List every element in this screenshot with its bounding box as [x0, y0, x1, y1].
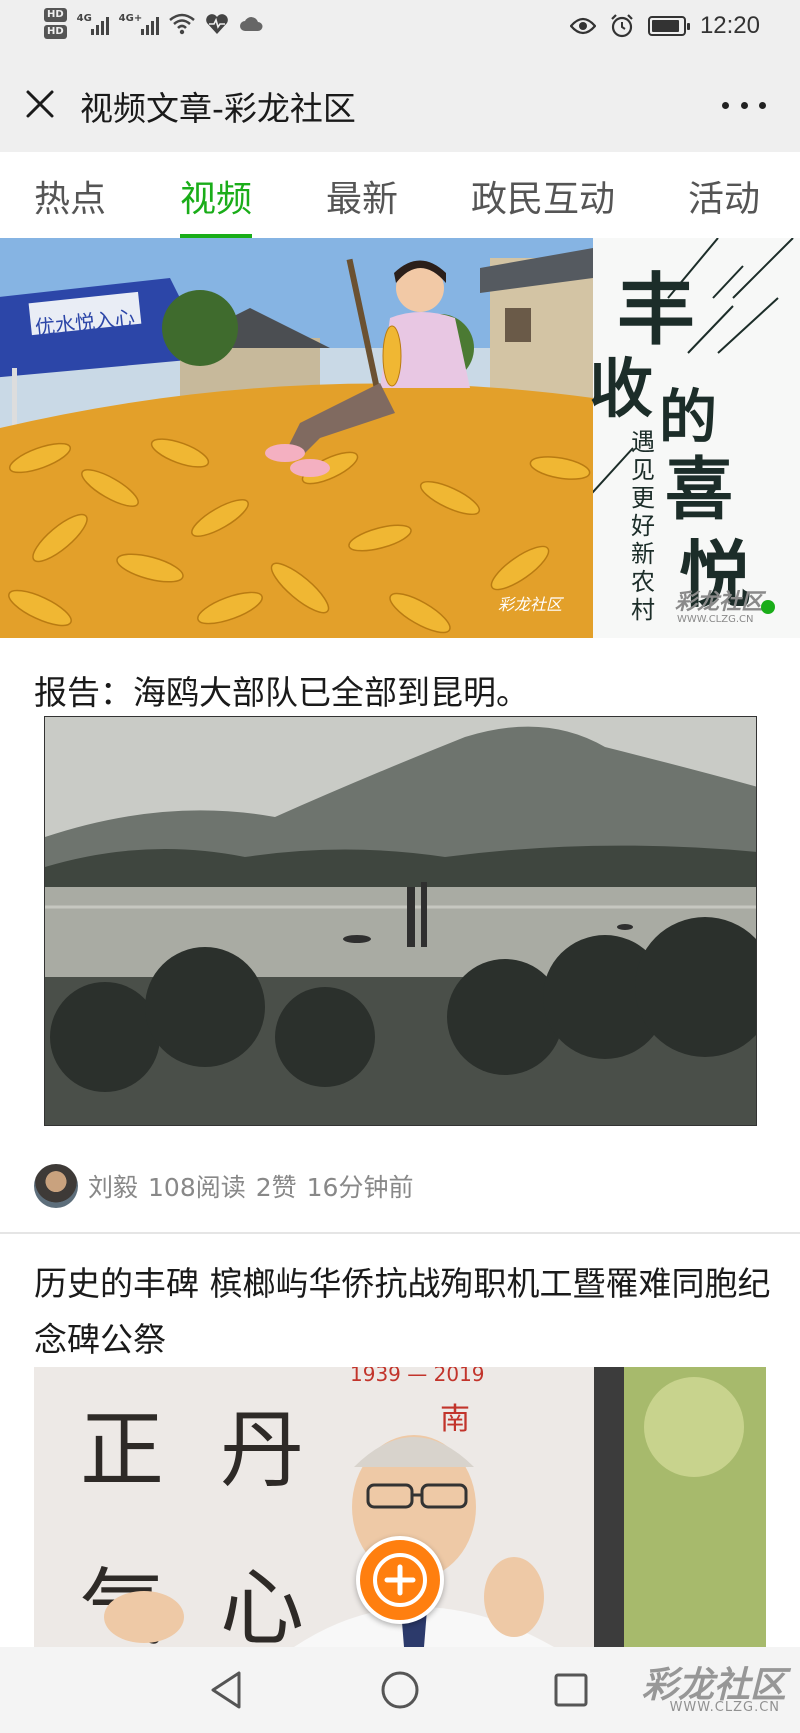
status-time: 12:20: [699, 12, 760, 39]
more-button[interactable]: [722, 90, 766, 120]
article-image[interactable]: [44, 716, 757, 1126]
read-count: 108阅读: [148, 1173, 246, 1202]
battery-icon: [647, 16, 690, 36]
like-count: 2赞: [255, 1173, 297, 1202]
harvest-photo: 优水悦入心 彩龙社区: [0, 238, 593, 638]
home-icon: [381, 1671, 419, 1709]
close-button[interactable]: [20, 84, 60, 124]
tab-government-interaction[interactable]: 政民互动: [471, 170, 615, 222]
article-title[interactable]: 历史的丰碑 槟榔屿华侨抗战殉职机工暨罹难同胞纪念碑公祭: [34, 1256, 774, 1368]
banner-indicator-dot: [761, 600, 775, 614]
close-icon: [26, 90, 54, 118]
banner-char: 南: [440, 1402, 470, 1437]
back-icon: [211, 1671, 241, 1709]
calligraphy-char: 丹: [220, 1401, 304, 1499]
title-bar: 视频文章-彩龙社区: [0, 56, 800, 152]
more-icon: [722, 101, 729, 109]
photo-watermark: 彩龙社区: [498, 595, 564, 614]
battery-level: [651, 20, 679, 32]
page-title: 视频文章-彩龙社区: [80, 89, 356, 128]
status-bar: HD HD 4G 4G+ 12:20: [0, 0, 800, 56]
alarm-icon: [611, 14, 633, 38]
calligraphy-char: 心: [220, 1559, 304, 1647]
signal-icon: 4G: [77, 13, 109, 35]
network-type-label: 4G+: [118, 12, 143, 24]
article-title[interactable]: 报告：海鸥大部队已全部到昆明。: [34, 666, 529, 714]
headline-char: 收: [589, 352, 653, 427]
site-watermark-url: WWW.CLZG.CN: [669, 1700, 780, 1715]
recents-button[interactable]: [548, 1667, 594, 1713]
tab-latest[interactable]: 最新: [326, 170, 398, 222]
banner-headline-panel: 丰 收 的 喜 悦 遇见更好新农村 彩龙社区 WWW.CLZG.CN: [532, 238, 800, 638]
network-type-label: 4G: [76, 12, 92, 24]
category-tabs: 热点 视频 最新 政民互动 活动: [0, 152, 800, 239]
wifi-icon: [168, 13, 195, 34]
harvest-scene-illustration: 优水悦入心 彩龙社区: [0, 238, 593, 638]
plus-icon: [373, 1553, 427, 1607]
signal-icon: 4G+: [119, 13, 159, 35]
banner-logo-text: 彩龙社区: [675, 589, 764, 615]
home-button[interactable]: [377, 1667, 423, 1713]
eye-icon: [569, 17, 596, 35]
status-right-group: 12:20: [569, 12, 760, 40]
cloud-icon: [239, 16, 263, 31]
article-meta: 刘毅 108阅读 2赞 16分钟前: [34, 1164, 413, 1208]
status-left-group: HD HD 4G 4G+: [44, 8, 263, 39]
calligraphy-char: 正: [80, 1401, 164, 1499]
hd-icon: HD: [44, 8, 67, 22]
hd-badges: HD HD: [44, 8, 67, 39]
health-icon: [205, 13, 228, 34]
hd-icon: HD: [44, 25, 67, 39]
tab-video[interactable]: 视频: [180, 170, 252, 222]
divider: [0, 1232, 800, 1234]
tab-hot[interactable]: 热点: [34, 170, 106, 222]
tab-events[interactable]: 活动: [688, 170, 760, 222]
back-button[interactable]: [205, 1667, 251, 1713]
author-name[interactable]: 刘毅: [88, 1168, 138, 1204]
recents-icon: [554, 1673, 588, 1707]
banner-years: 1939 — 2019: [350, 1367, 485, 1386]
post-time: 16分钟前: [306, 1173, 414, 1202]
add-post-button[interactable]: [356, 1536, 444, 1624]
banner-subtitle: 遇见更好新农村: [631, 428, 655, 624]
banner-logo-url: WWW.CLZG.CN: [677, 614, 754, 625]
avatar[interactable]: [34, 1164, 78, 1208]
lake-landscape-illustration: [45, 717, 756, 1125]
featured-banner[interactable]: 优水悦入心 彩龙社区 丰 收 的 喜 悦 遇见更好新农村 彩龙社区 WWW.CL…: [0, 238, 800, 638]
